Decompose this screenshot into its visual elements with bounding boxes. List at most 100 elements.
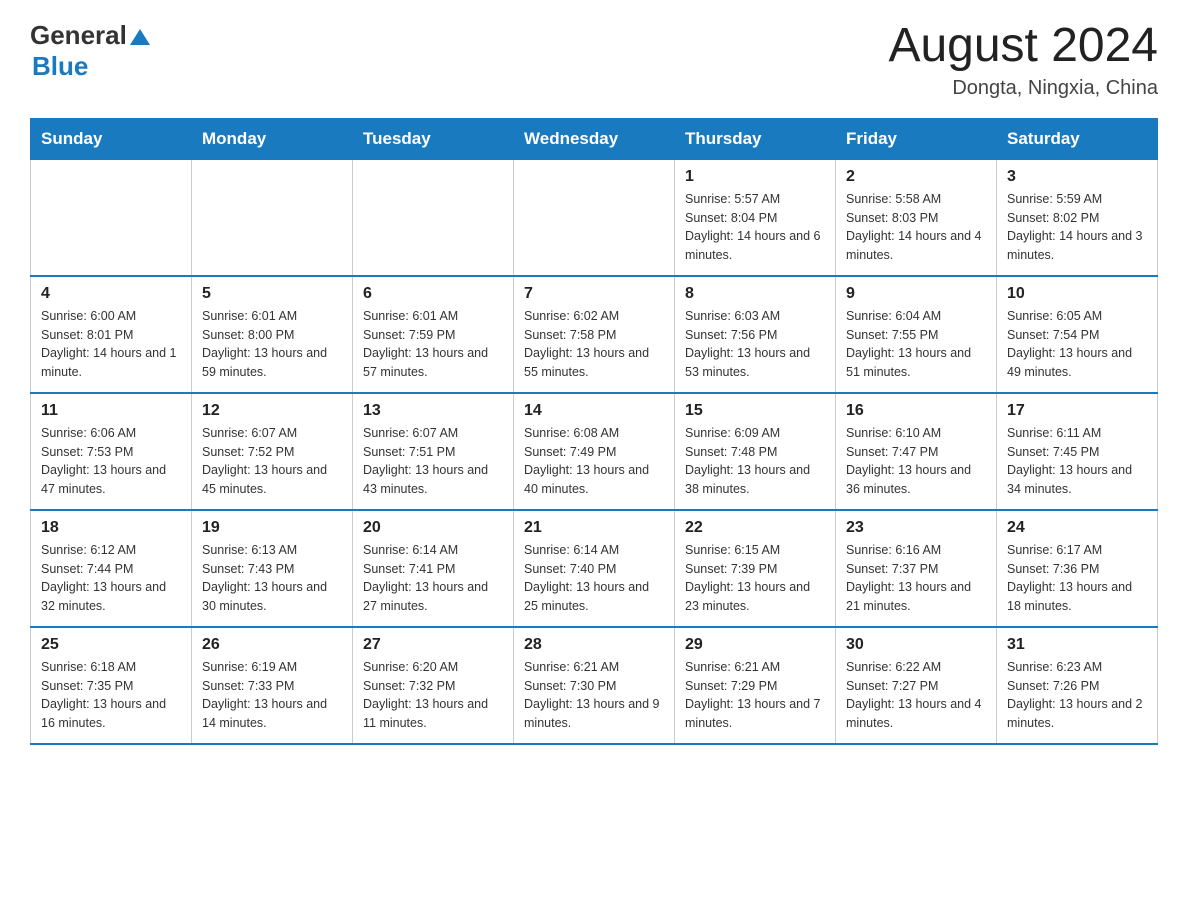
calendar-cell: 27 Sunrise: 6:20 AMSunset: 7:32 PMDayligh…: [353, 627, 514, 744]
day-info: Sunrise: 6:00 AMSunset: 8:01 PMDaylight:…: [41, 307, 181, 382]
calendar-cell: 4 Sunrise: 6:00 AMSunset: 8:01 PMDaylight…: [31, 276, 192, 393]
calendar-cell: 9 Sunrise: 6:04 AMSunset: 7:55 PMDaylight…: [836, 276, 997, 393]
day-number: 9: [846, 285, 986, 303]
calendar-cell: 30 Sunrise: 6:22 AMSunset: 7:27 PMDayligh…: [836, 627, 997, 744]
day-info: Sunrise: 6:19 AMSunset: 7:33 PMDaylight:…: [202, 658, 342, 733]
day-info: Sunrise: 6:14 AMSunset: 7:40 PMDaylight:…: [524, 541, 664, 616]
calendar-cell: 15 Sunrise: 6:09 AMSunset: 7:48 PMDayligh…: [675, 393, 836, 510]
calendar-cell: 20Sunrise: 6:14 AMSunset: 7:41 PMDayligh…: [353, 510, 514, 627]
weekday-header-monday: Monday: [192, 118, 353, 159]
weekday-header-tuesday: Tuesday: [353, 118, 514, 159]
day-number: 7: [524, 285, 664, 303]
day-info: Sunrise: 6:13 AMSunset: 7:43 PMDaylight:…: [202, 541, 342, 616]
day-info: Sunrise: 6:04 AMSunset: 7:55 PMDaylight:…: [846, 307, 986, 382]
day-info: Sunrise: 6:17 AMSunset: 7:36 PMDaylight:…: [1007, 541, 1147, 616]
day-number: 31: [1007, 636, 1147, 654]
day-info: Sunrise: 6:08 AMSunset: 7:49 PMDaylight:…: [524, 424, 664, 499]
day-info: Sunrise: 6:23 AMSunset: 7:26 PMDaylight:…: [1007, 658, 1147, 733]
calendar-cell: 25 Sunrise: 6:18 AMSunset: 7:35 PMDayligh…: [31, 627, 192, 744]
day-info: Sunrise: 6:22 AMSunset: 7:27 PMDaylight:…: [846, 658, 986, 733]
calendar-cell: 18 Sunrise: 6:12 AMSunset: 7:44 PMDayligh…: [31, 510, 192, 627]
day-number: 28: [524, 636, 664, 654]
day-number: 23: [846, 519, 986, 537]
calendar-cell: [192, 159, 353, 276]
calendar-cell: 26Sunrise: 6:19 AMSunset: 7:33 PMDayligh…: [192, 627, 353, 744]
calendar-cell: 10Sunrise: 6:05 AMSunset: 7:54 PMDayligh…: [997, 276, 1158, 393]
calendar-cell: 1Sunrise: 5:57 AMSunset: 8:04 PMDaylight…: [675, 159, 836, 276]
day-info: Sunrise: 6:01 AMSunset: 7:59 PMDaylight:…: [363, 307, 503, 382]
day-number: 11: [41, 402, 181, 420]
calendar-cell: 13 Sunrise: 6:07 AMSunset: 7:51 PMDayligh…: [353, 393, 514, 510]
day-number: 2: [846, 168, 986, 186]
day-info: Sunrise: 5:59 AMSunset: 8:02 PMDaylight:…: [1007, 190, 1147, 265]
week-row-3: 11 Sunrise: 6:06 AMSunset: 7:53 PMDayligh…: [31, 393, 1158, 510]
logo: General Blue: [30, 20, 150, 82]
calendar-cell: 17 Sunrise: 6:11 AMSunset: 7:45 PMDayligh…: [997, 393, 1158, 510]
day-info: Sunrise: 6:11 AMSunset: 7:45 PMDaylight:…: [1007, 424, 1147, 499]
day-info: Sunrise: 6:07 AMSunset: 7:51 PMDaylight:…: [363, 424, 503, 499]
day-number: 30: [846, 636, 986, 654]
weekday-header-row: SundayMondayTuesdayWednesdayThursdayFrid…: [31, 118, 1158, 159]
calendar-cell: 24 Sunrise: 6:17 AMSunset: 7:36 PMDayligh…: [997, 510, 1158, 627]
day-number: 18: [41, 519, 181, 537]
week-row-1: 1Sunrise: 5:57 AMSunset: 8:04 PMDaylight…: [31, 159, 1158, 276]
day-number: 14: [524, 402, 664, 420]
calendar-cell: 28Sunrise: 6:21 AMSunset: 7:30 PMDayligh…: [514, 627, 675, 744]
day-info: Sunrise: 6:15 AMSunset: 7:39 PMDaylight:…: [685, 541, 825, 616]
day-info: Sunrise: 6:12 AMSunset: 7:44 PMDaylight:…: [41, 541, 181, 616]
calendar-cell: 31 Sunrise: 6:23 AMSunset: 7:26 PMDayligh…: [997, 627, 1158, 744]
day-info: Sunrise: 5:58 AMSunset: 8:03 PMDaylight:…: [846, 190, 986, 265]
day-info: Sunrise: 6:18 AMSunset: 7:35 PMDaylight:…: [41, 658, 181, 733]
day-number: 17: [1007, 402, 1147, 420]
calendar-cell: 2 Sunrise: 5:58 AMSunset: 8:03 PMDaylight…: [836, 159, 997, 276]
calendar-cell: [353, 159, 514, 276]
calendar-cell: 19 Sunrise: 6:13 AMSunset: 7:43 PMDayligh…: [192, 510, 353, 627]
calendar-cell: 8Sunrise: 6:03 AMSunset: 7:56 PMDaylight…: [675, 276, 836, 393]
calendar-cell: 14 Sunrise: 6:08 AMSunset: 7:49 PMDayligh…: [514, 393, 675, 510]
day-info: Sunrise: 6:20 AMSunset: 7:32 PMDaylight:…: [363, 658, 503, 733]
day-number: 3: [1007, 168, 1147, 186]
day-number: 19: [202, 519, 342, 537]
logo-blue: Blue: [32, 51, 88, 82]
day-info: Sunrise: 6:09 AMSunset: 7:48 PMDaylight:…: [685, 424, 825, 499]
calendar-cell: 7 Sunrise: 6:02 AMSunset: 7:58 PMDaylight…: [514, 276, 675, 393]
calendar-cell: 23 Sunrise: 6:16 AMSunset: 7:37 PMDayligh…: [836, 510, 997, 627]
day-number: 15: [685, 402, 825, 420]
calendar-cell: 6Sunrise: 6:01 AMSunset: 7:59 PMDaylight…: [353, 276, 514, 393]
calendar-cell: 16 Sunrise: 6:10 AMSunset: 7:47 PMDayligh…: [836, 393, 997, 510]
title-area: August 2024 Dongta, Ningxia, China: [888, 20, 1158, 100]
calendar-cell: 21Sunrise: 6:14 AMSunset: 7:40 PMDayligh…: [514, 510, 675, 627]
day-info: Sunrise: 6:05 AMSunset: 7:54 PMDaylight:…: [1007, 307, 1147, 382]
day-number: 22: [685, 519, 825, 537]
day-number: 27: [363, 636, 503, 654]
page-header: General Blue August 2024 Dongta, Ningxia…: [30, 20, 1158, 100]
day-number: 16: [846, 402, 986, 420]
calendar-cell: 3 Sunrise: 5:59 AMSunset: 8:02 PMDaylight…: [997, 159, 1158, 276]
calendar-cell: 29Sunrise: 6:21 AMSunset: 7:29 PMDayligh…: [675, 627, 836, 744]
calendar-cell: 12Sunrise: 6:07 AMSunset: 7:52 PMDayligh…: [192, 393, 353, 510]
calendar-cell: [514, 159, 675, 276]
day-number: 5: [202, 285, 342, 303]
calendar-cell: 11 Sunrise: 6:06 AMSunset: 7:53 PMDayligh…: [31, 393, 192, 510]
day-info: Sunrise: 6:16 AMSunset: 7:37 PMDaylight:…: [846, 541, 986, 616]
day-number: 25: [41, 636, 181, 654]
day-number: 13: [363, 402, 503, 420]
day-number: 12: [202, 402, 342, 420]
day-info: Sunrise: 6:02 AMSunset: 7:58 PMDaylight:…: [524, 307, 664, 382]
weekday-header-wednesday: Wednesday: [514, 118, 675, 159]
calendar-title: August 2024: [888, 20, 1158, 73]
day-number: 24: [1007, 519, 1147, 537]
week-row-5: 25 Sunrise: 6:18 AMSunset: 7:35 PMDayligh…: [31, 627, 1158, 744]
day-number: 8: [685, 285, 825, 303]
calendar-cell: 22 Sunrise: 6:15 AMSunset: 7:39 PMDayligh…: [675, 510, 836, 627]
calendar-subtitle: Dongta, Ningxia, China: [888, 77, 1158, 100]
day-info: Sunrise: 6:10 AMSunset: 7:47 PMDaylight:…: [846, 424, 986, 499]
weekday-header-sunday: Sunday: [31, 118, 192, 159]
day-number: 20: [363, 519, 503, 537]
day-info: Sunrise: 5:57 AMSunset: 8:04 PMDaylight:…: [685, 190, 825, 265]
day-number: 29: [685, 636, 825, 654]
day-number: 4: [41, 285, 181, 303]
week-row-2: 4 Sunrise: 6:00 AMSunset: 8:01 PMDaylight…: [31, 276, 1158, 393]
week-row-4: 18 Sunrise: 6:12 AMSunset: 7:44 PMDayligh…: [31, 510, 1158, 627]
day-info: Sunrise: 6:06 AMSunset: 7:53 PMDaylight:…: [41, 424, 181, 499]
